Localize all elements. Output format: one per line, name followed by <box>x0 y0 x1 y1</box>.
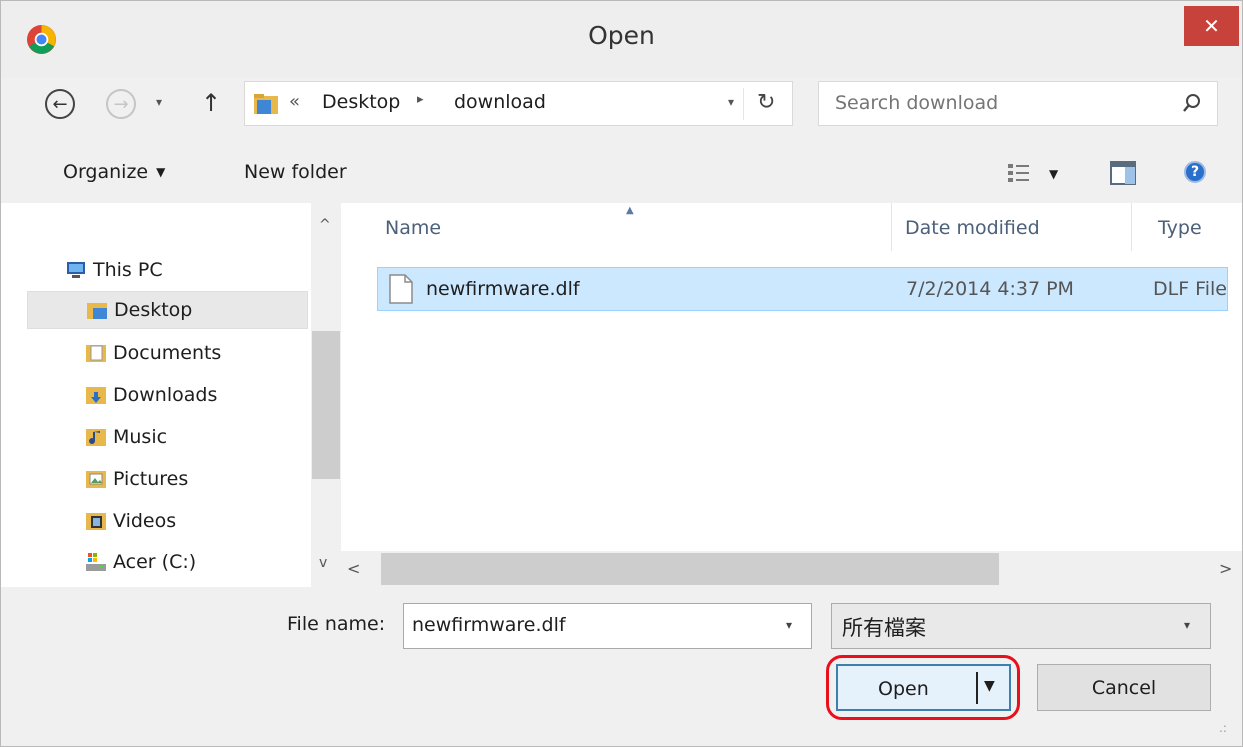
close-icon: ✕ <box>1203 14 1220 38</box>
pictures-folder-icon <box>86 471 106 488</box>
sidebar-item-music[interactable]: Music <box>85 418 167 456</box>
breadcrumb-separator-icon[interactable]: ▸ <box>417 92 424 107</box>
file-name-field[interactable] <box>412 614 772 636</box>
address-overflow-icon[interactable]: « <box>289 91 300 112</box>
window-title: Open <box>588 21 655 50</box>
organize-caret-icon: ▼ <box>156 165 166 179</box>
resize-grip-icon[interactable]: .: <box>1219 721 1227 735</box>
sidebar-item-label: Desktop <box>114 299 193 321</box>
search-icon[interactable] <box>1181 92 1203 114</box>
scroll-left-icon[interactable]: < <box>347 559 360 578</box>
folder-icon <box>254 94 278 114</box>
file-type-value: 所有檔案 <box>842 616 926 640</box>
view-options-icon[interactable] <box>1007 163 1031 183</box>
content-area: This PC Desktop Documents Downloads Musi… <box>1 203 1242 587</box>
videos-folder-icon <box>86 513 106 530</box>
preview-pane-icon[interactable] <box>1110 161 1136 185</box>
downloads-folder-icon <box>86 387 106 404</box>
file-type-dropdown-icon[interactable]: ▾ <box>1184 618 1190 632</box>
horizontal-scrollbar[interactable]: < > <box>341 551 1242 587</box>
open-dropdown-icon[interactable]: ▼ <box>984 678 995 694</box>
file-type: DLF File <box>1153 278 1227 300</box>
forward-arrow-icon: → <box>113 93 129 115</box>
file-row[interactable]: newfirmware.dlf 7/2/2014 4:37 PM DLF Fil… <box>377 267 1228 311</box>
sidebar-item-label: Music <box>113 426 168 448</box>
title-bar: Open ✕ <box>1 1 1242 77</box>
forward-button[interactable]: → <box>106 89 136 119</box>
desktop-folder-icon <box>87 303 107 319</box>
sidebar-item-acer-drive[interactable]: Acer (C:) <box>85 543 196 581</box>
up-button[interactable]: ↑ <box>201 89 221 117</box>
scroll-right-icon[interactable]: > <box>1219 559 1232 578</box>
close-button[interactable]: ✕ <box>1184 6 1239 46</box>
open-button[interactable]: Open ▼ <box>836 664 1011 711</box>
column-divider[interactable] <box>1131 203 1132 251</box>
scrollbar-thumb[interactable] <box>312 331 340 479</box>
drive-icon <box>86 553 106 571</box>
new-folder-button[interactable]: New folder <box>244 161 347 183</box>
sort-ascending-icon: ▲ <box>626 205 634 216</box>
open-split-divider <box>976 672 978 704</box>
command-bar: Organize ▼ New folder ▼ ? <box>1 143 1242 203</box>
file-icon <box>389 274 413 304</box>
organize-label: Organize <box>63 161 149 183</box>
breadcrumb-desktop[interactable]: Desktop <box>322 91 400 113</box>
file-name-dropdown-icon[interactable]: ▾ <box>786 618 792 632</box>
sidebar-item-downloads[interactable]: Downloads <box>85 376 217 414</box>
organize-button[interactable]: Organize ▼ <box>63 161 165 183</box>
sidebar-item-pictures[interactable]: Pictures <box>85 460 188 498</box>
sidebar-item-label: Documents <box>113 342 222 364</box>
column-divider[interactable] <box>891 203 892 251</box>
sidebar-item-label: This PC <box>93 259 163 281</box>
column-header-name[interactable]: Name <box>385 217 441 239</box>
recent-locations-button[interactable]: ▾ <box>156 95 162 109</box>
pc-icon <box>67 262 85 278</box>
view-options-caret-icon[interactable]: ▼ <box>1049 167 1058 181</box>
search-box[interactable] <box>818 81 1218 126</box>
open-file-dialog: Open ✕ ← → ▾ ↑ « Desktop ▸ download ▾ ↻ … <box>0 0 1243 747</box>
sidebar-item-label: Pictures <box>113 468 189 490</box>
scroll-up-icon[interactable]: ^ <box>319 217 331 233</box>
breadcrumb-download[interactable]: download <box>454 91 546 113</box>
sidebar-item-documents[interactable]: Documents <box>85 334 221 372</box>
sidebar-item-videos[interactable]: Videos <box>85 502 176 540</box>
sidebar-item-label: Videos <box>113 510 177 532</box>
sidebar-item-desktop[interactable]: Desktop <box>27 291 308 329</box>
scrollbar-thumb[interactable] <box>381 553 999 585</box>
sidebar-item-label: Downloads <box>113 384 218 406</box>
help-icon[interactable]: ? <box>1184 161 1206 183</box>
file-name: newfirmware.dlf <box>426 278 580 300</box>
file-list: ▲ Name Date modified Type newfirmware.dl… <box>341 203 1242 587</box>
file-name-combobox[interactable]: ▾ <box>403 603 812 649</box>
back-arrow-icon: ← <box>52 93 68 115</box>
file-date-modified: 7/2/2014 4:37 PM <box>906 278 1074 300</box>
documents-folder-icon <box>86 345 106 362</box>
back-button[interactable]: ← <box>45 89 75 119</box>
refresh-icon[interactable]: ↻ <box>757 90 775 115</box>
column-header-type[interactable]: Type <box>1158 217 1202 239</box>
open-button-label: Open <box>878 678 929 700</box>
navigation-scrollbar[interactable]: ^ v <box>311 203 341 587</box>
address-divider <box>743 88 744 120</box>
sidebar-item-label: Acer (C:) <box>113 551 197 573</box>
cancel-button[interactable]: Cancel <box>1037 664 1211 711</box>
address-bar[interactable]: « Desktop ▸ download ▾ ↻ <box>244 81 793 126</box>
column-header-date-modified[interactable]: Date modified <box>905 217 1040 239</box>
file-type-select[interactable]: 所有檔案 ▾ <box>831 603 1211 649</box>
sidebar-item-this-pc[interactable]: This PC <box>65 251 163 289</box>
file-name-label: File name: <box>287 613 386 635</box>
scroll-down-icon[interactable]: v <box>319 555 327 571</box>
navigation-pane: This PC Desktop Documents Downloads Musi… <box>1 203 309 587</box>
address-dropdown-icon[interactable]: ▾ <box>728 95 734 109</box>
search-input[interactable] <box>835 92 1165 114</box>
music-folder-icon <box>86 429 106 446</box>
